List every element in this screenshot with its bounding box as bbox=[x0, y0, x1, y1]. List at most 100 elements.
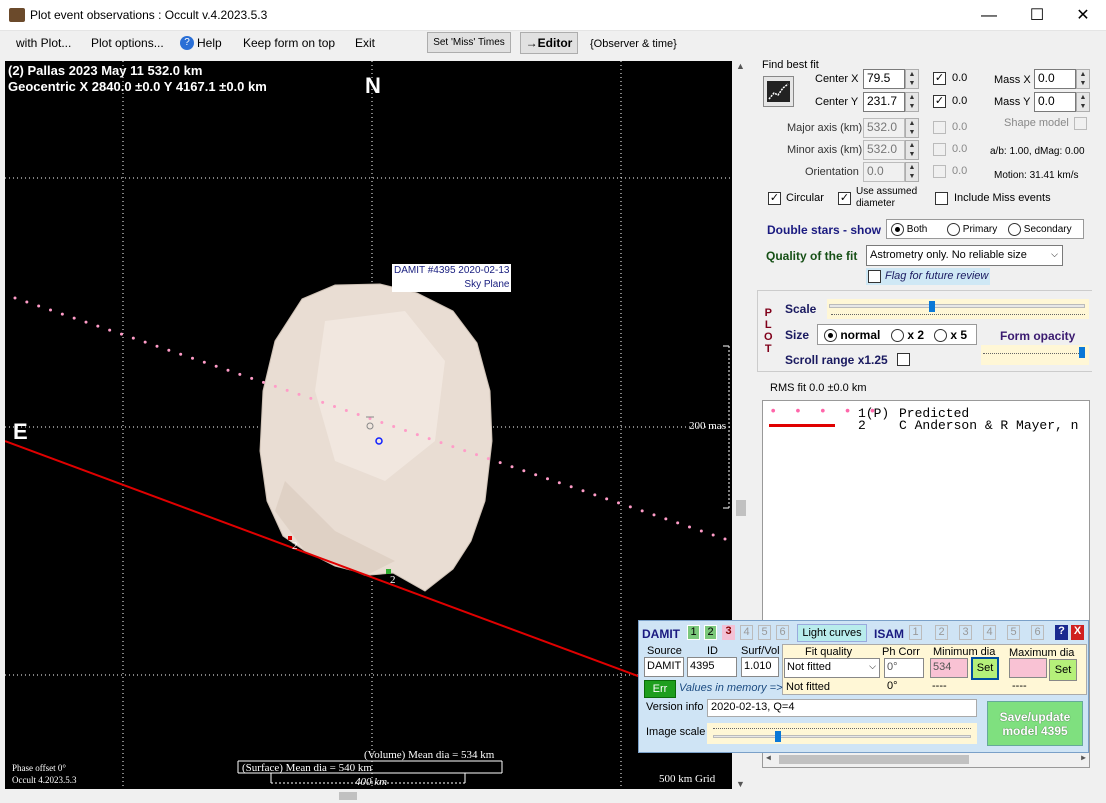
scroll-range-checkbox[interactable] bbox=[897, 353, 910, 366]
size-x2-radio[interactable] bbox=[891, 329, 904, 343]
menu-exit[interactable]: Exit bbox=[355, 36, 375, 50]
set-max-button[interactable]: Set bbox=[1049, 659, 1077, 681]
version-info-input[interactable]: 2020-02-13, Q=4 bbox=[707, 699, 977, 717]
ph-corr-input[interactable]: 0° bbox=[884, 658, 924, 678]
menu-plot-options[interactable]: Plot options... bbox=[91, 36, 164, 50]
light-curves-button[interactable]: Light curves bbox=[797, 624, 867, 642]
mass-x-input[interactable]: 0.0 bbox=[1034, 69, 1076, 89]
close-button[interactable]: ✕ bbox=[1060, 0, 1106, 31]
menu-keep-on-top[interactable]: Keep form on top bbox=[243, 36, 335, 50]
center-y-input[interactable]: 231.7 bbox=[863, 92, 905, 112]
use-assumed-label: Use assumed diameter bbox=[856, 186, 917, 210]
use-assumed-line2: diameter bbox=[856, 198, 895, 209]
major-axis-input[interactable]: 532.0 bbox=[863, 118, 905, 138]
plot-letter-p: P bbox=[764, 307, 772, 319]
predicted-dot bbox=[723, 537, 727, 541]
legend-hscrollbar[interactable]: ◀ ▶ bbox=[763, 752, 1089, 767]
predicted-dot bbox=[451, 445, 455, 449]
center-x-stepper[interactable]: ▲ ▼ bbox=[905, 69, 919, 89]
center-x-checkbox[interactable]: ✓ bbox=[933, 72, 946, 85]
set-miss-times-button[interactable]: Set 'Miss' Times bbox=[427, 32, 511, 53]
minor-axis-input[interactable]: 532.0 bbox=[863, 140, 905, 160]
best-fit-button[interactable] bbox=[763, 76, 794, 107]
predicted-dot bbox=[333, 404, 336, 408]
secondary-radio[interactable] bbox=[1008, 223, 1021, 236]
predicted-dot bbox=[617, 501, 620, 505]
minimize-button[interactable]: — bbox=[966, 0, 1012, 31]
menu-help[interactable]: Help bbox=[197, 36, 222, 50]
image-scale-slider[interactable] bbox=[707, 723, 977, 744]
center-x-label: Center X bbox=[815, 73, 859, 85]
maximize-button[interactable]: ☐ bbox=[1014, 0, 1060, 31]
save-update-model-button[interactable]: Save/update model 4395 bbox=[987, 701, 1083, 746]
help-icon[interactable]: ? bbox=[180, 36, 194, 50]
scale-slider[interactable] bbox=[827, 299, 1089, 319]
isam-tab-4[interactable]: 4 bbox=[983, 625, 996, 640]
km-bar-label: 400 km bbox=[355, 776, 388, 788]
minor-axis-checkbox[interactable] bbox=[933, 143, 946, 156]
form-opacity-slider[interactable] bbox=[981, 345, 1089, 365]
circular-label: Circular bbox=[786, 192, 824, 204]
plot-area[interactable]: (2) Pallas 2023 May 11 532.0 km Geocentr… bbox=[5, 61, 732, 789]
both-radio[interactable] bbox=[891, 223, 904, 236]
damit-tab-3[interactable]: 3 bbox=[722, 625, 735, 640]
center-y-checkbox[interactable]: ✓ bbox=[933, 95, 946, 108]
orientation-stepper[interactable]: ▲ ▼ bbox=[905, 162, 919, 182]
circular-checkbox[interactable]: ✓ bbox=[768, 192, 781, 205]
err-button[interactable]: Err bbox=[644, 680, 676, 698]
phcorr-mem-value: 0° bbox=[887, 680, 898, 692]
plot-hscrollbar[interactable] bbox=[5, 789, 732, 803]
predicted-dot bbox=[392, 425, 396, 429]
isam-tab-3[interactable]: 3 bbox=[959, 625, 972, 640]
size-normal-radio[interactable] bbox=[824, 329, 837, 343]
phase-offset: Phase offset 0° bbox=[12, 763, 66, 773]
min-dia-input[interactable]: 534 bbox=[930, 658, 968, 678]
flag-review-checkbox[interactable] bbox=[868, 270, 881, 283]
major-axis-checkbox[interactable] bbox=[933, 121, 946, 134]
predicted-dot bbox=[557, 481, 561, 485]
use-assumed-checkbox[interactable]: ✓ bbox=[838, 192, 851, 205]
major-axis-stepper[interactable]: ▲ ▼ bbox=[905, 118, 919, 138]
damit-tab-1[interactable]: 1 bbox=[687, 625, 700, 640]
mass-x-stepper[interactable]: ▲ ▼ bbox=[1076, 69, 1090, 89]
damit-tab-2[interactable]: 2 bbox=[704, 625, 717, 640]
observer-time-link[interactable]: {Observer & time} bbox=[590, 38, 677, 50]
east-label: E bbox=[13, 419, 28, 444]
center-x-input[interactable]: 79.5 bbox=[863, 69, 905, 89]
double-stars-label: Double stars - show bbox=[767, 223, 882, 237]
isam-tab-5[interactable]: 5 bbox=[1007, 625, 1020, 640]
orientation-input[interactable]: 0.0 bbox=[863, 162, 905, 182]
model-label: DAMIT #4395 2020-02-13 Sky Plane bbox=[392, 264, 512, 292]
center-y-stepper[interactable]: ▲ ▼ bbox=[905, 92, 919, 112]
model-label-line1: DAMIT #4395 2020-02-13 bbox=[394, 265, 510, 276]
size-group: normal x 2 x 5 bbox=[817, 324, 977, 345]
plot-letter-l: L bbox=[764, 319, 772, 331]
max-dia-input[interactable] bbox=[1009, 658, 1047, 678]
set-min-button[interactable]: Set bbox=[971, 657, 999, 680]
minor-axis-stepper[interactable]: ▲ ▼ bbox=[905, 140, 919, 160]
editor-button[interactable]: →Editor bbox=[520, 32, 578, 54]
isam-tab-1[interactable]: 1 bbox=[909, 625, 922, 640]
predicted-dot bbox=[664, 517, 668, 521]
damit-tab-4[interactable]: 4 bbox=[740, 625, 753, 640]
damit-help-button[interactable]: ? bbox=[1055, 625, 1068, 640]
orientation-checkbox[interactable] bbox=[933, 165, 946, 178]
shape-model-checkbox[interactable] bbox=[1074, 117, 1087, 130]
mass-y-stepper[interactable]: ▲ ▼ bbox=[1076, 92, 1090, 112]
predicted-dot bbox=[96, 324, 100, 328]
damit-tab-5[interactable]: 5 bbox=[758, 625, 771, 640]
primary-radio[interactable] bbox=[947, 223, 960, 236]
fit-quality-select[interactable]: Not fitted ⌵ bbox=[784, 658, 880, 678]
include-miss-checkbox[interactable] bbox=[935, 192, 948, 205]
size-x5-radio[interactable] bbox=[934, 329, 947, 343]
damit-close-button[interactable]: X bbox=[1071, 625, 1084, 640]
predicted-dot bbox=[214, 364, 218, 368]
isam-tab-6[interactable]: 6 bbox=[1031, 625, 1044, 640]
panel-vscrollbar[interactable] bbox=[1092, 61, 1106, 789]
damit-tab-6[interactable]: 6 bbox=[776, 625, 789, 640]
center-x-check-value: 0.0 bbox=[952, 72, 968, 84]
menu-with-plot[interactable]: with Plot... bbox=[16, 36, 71, 50]
quality-select[interactable]: Astrometry only. No reliable size ⌵ bbox=[866, 245, 1063, 266]
mass-y-input[interactable]: 0.0 bbox=[1034, 92, 1076, 112]
isam-tab-2[interactable]: 2 bbox=[935, 625, 948, 640]
